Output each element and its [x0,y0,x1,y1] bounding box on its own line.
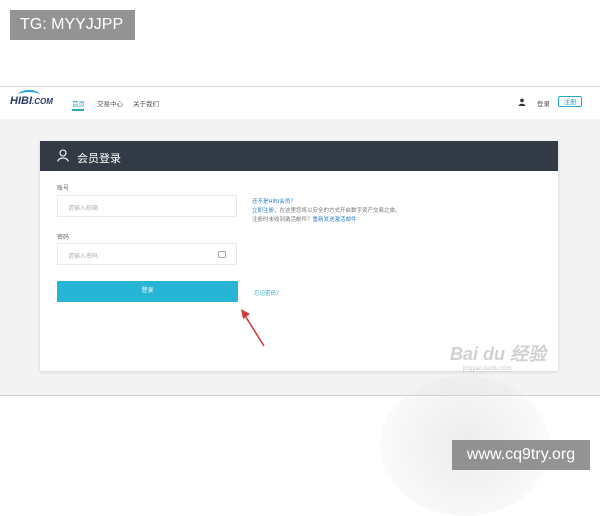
login-card: 会员登录 账号 请输入邮箱 密码 请输入密码 登录 忘记密码？ 还不是HIBI会… [40,141,558,516]
activation-line: 注册时未收到激活邮件？重新发送激活邮件 [252,215,357,223]
user-outline-icon [57,149,69,162]
not-member-text: 还不是HIBI会员？ [252,199,296,205]
baidu-watermark-url: jingyan.baidu.com [463,366,512,372]
account-placeholder: 请输入邮箱 [68,206,99,212]
login-card-title: 会员登录 [77,153,121,165]
login-button[interactable]: 登录 [57,281,238,302]
register-now-link[interactable]: 立即注册 [252,208,274,214]
nav-home[interactable]: 首页 [72,98,85,108]
keyboard-icon[interactable] [218,251,226,258]
red-arrow-annotation [241,309,265,347]
register-info-text: ，在这里您将以安全的方式开启数字资产交易之旅。 [274,208,401,214]
site-header: HIBI.COM 首页 交易中心 关于我们 登录 注册 [0,87,600,119]
password-input[interactable]: 请输入密码 [57,243,237,265]
user-icon[interactable] [518,98,526,106]
password-placeholder: 请输入密码 [68,254,99,260]
site-logo[interactable]: HIBI.COM [10,95,53,107]
site-tag: www.cq9try.org [452,440,590,470]
login-card-header: 会员登录 [40,141,558,171]
account-input[interactable]: 请输入邮箱 [57,195,237,217]
password-label: 密码 [57,235,70,241]
nav-trade-center[interactable]: 交易中心 [97,98,123,108]
logo-suffix: .COM [32,97,53,106]
resend-activation-link[interactable]: 重新发送激活邮件 [313,217,357,223]
forgot-password-link[interactable]: 忘记密码？ [254,289,282,297]
activation-info-text: 注册时未收到激活邮件？ [252,217,313,223]
register-info-line: 立即注册，在这里您将以安全的方式开启数字资产交易之旅。 [252,206,401,214]
account-label: 账号 [57,186,70,192]
header-login-link[interactable]: 登录 [537,98,550,108]
baidu-watermark: Bai du 经验 [450,344,547,364]
nav-active-underline [72,109,84,111]
nav-about-us[interactable]: 关于我们 [133,98,159,108]
logo-text: HIBI [10,95,32,107]
tg-tag: TG: MYYJJPP [10,10,135,40]
register-button[interactable]: 注册 [558,96,582,107]
